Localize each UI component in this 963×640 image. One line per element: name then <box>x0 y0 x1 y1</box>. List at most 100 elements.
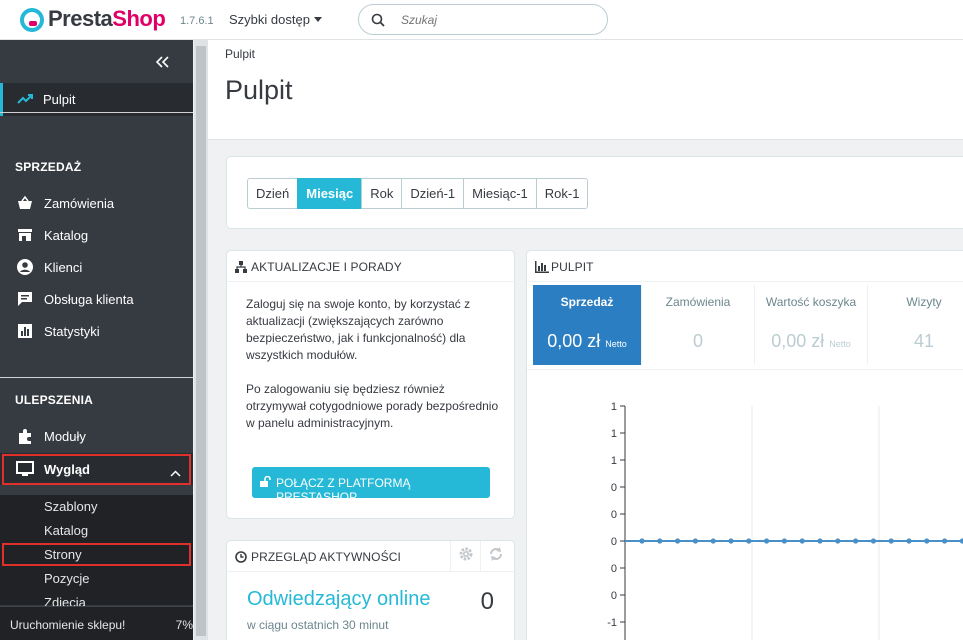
launch-shop-bar[interactable]: Uruchomienie sklepu! 7% <box>0 606 193 640</box>
divider <box>0 112 193 113</box>
search-box[interactable] <box>358 4 608 35</box>
submenu-item-catalog[interactable]: Katalog <box>0 519 193 541</box>
card-tools <box>450 541 510 572</box>
submenu-item-themes[interactable]: Szablony <box>0 495 193 517</box>
connect-addons-button[interactable]: POŁĄCZ Z PLATFORMĄ PRESTASHOP <box>252 467 490 504</box>
y-tick-label: 0 <box>611 482 617 494</box>
card-title: AKTUALIZACJE I PORADY <box>251 260 402 274</box>
sitemap-icon <box>235 260 247 278</box>
period-month-button[interactable]: Miesiąc <box>297 178 363 209</box>
unlock-icon <box>260 475 272 490</box>
highlight-box <box>2 543 191 566</box>
kpi-visits[interactable]: Wizyty 41 <box>868 285 963 365</box>
store-icon <box>16 226 34 244</box>
prestashop-logo-icon[interactable] <box>20 8 44 32</box>
period-year-button[interactable]: Rok <box>361 178 403 209</box>
dashboard-card: PULPIT Sprzedaż 0,00 zł Netto Zamówienia… <box>526 250 963 640</box>
data-point[interactable] <box>906 538 912 544</box>
kpi-label: Sprzedaż <box>560 295 614 309</box>
card-header: AKTUALIZACJE I PORADY <box>227 251 514 282</box>
refresh-icon <box>488 546 504 567</box>
card-header: PULPIT <box>527 251 963 282</box>
sidebar-item-orders[interactable]: Zamówienia <box>0 187 193 219</box>
period-prev-month-button[interactable]: Miesiąc-1 <box>463 178 537 209</box>
data-point[interactable] <box>781 538 787 544</box>
period-prev-year-button[interactable]: Rok-1 <box>535 178 589 209</box>
breadcrumb[interactable]: Pulpit <box>225 47 255 61</box>
page-header: Pulpit Pulpit <box>208 40 963 140</box>
data-point[interactable] <box>764 538 770 544</box>
scrollbar-thumb[interactable] <box>196 46 206 636</box>
y-tick-label: 0 <box>611 536 617 548</box>
submenu-item-positions[interactable]: Pozycje <box>0 567 193 589</box>
data-point[interactable] <box>835 538 841 544</box>
section-title-improvements: ULEPSZENIA <box>15 393 94 407</box>
updates-paragraph: Po zalogowaniu się będziesz również otrz… <box>246 382 499 430</box>
version-label: 1.7.6.1 <box>180 15 214 27</box>
sidebar-item-modules[interactable]: Moduły <box>0 420 193 452</box>
sidebar-item-label: Klienci <box>44 260 83 275</box>
configure-button[interactable] <box>450 541 480 572</box>
sidebar-item-stats[interactable]: Statystyki <box>0 315 193 347</box>
data-point[interactable] <box>728 538 734 544</box>
brand-name[interactable]: PrestaShop <box>48 6 166 32</box>
y-tick-label: 1 <box>611 428 617 440</box>
clock-icon <box>235 550 247 568</box>
data-point[interactable] <box>675 538 681 544</box>
sidebar-item-catalog[interactable]: Katalog <box>0 219 193 251</box>
kpi-value: 0 <box>692 331 703 351</box>
gear-icon <box>458 546 474 567</box>
data-point[interactable] <box>888 538 894 544</box>
line-chart: 1 1 1 0 0 0 0 0 -1 <box>607 401 963 640</box>
scrollbar[interactable] <box>194 40 208 640</box>
kpi-value: 0,00 zł Netto <box>771 331 851 351</box>
updates-paragraph: Zaloguj się na swoje konto, by korzystać… <box>246 297 471 362</box>
data-point[interactable] <box>639 538 645 544</box>
puzzle-icon <box>16 427 34 445</box>
kpi-value: 41 <box>913 331 935 351</box>
launch-shop-label: Uruchomienie sklepu! <box>10 618 126 632</box>
data-point[interactable] <box>817 538 823 544</box>
data-point[interactable] <box>924 538 930 544</box>
online-visitors-label: Odwiedzający online <box>247 588 431 610</box>
account-icon <box>16 258 34 276</box>
period-prev-day-button[interactable]: Dzień-1 <box>401 178 465 209</box>
sidebar-item-label: Zamówienia <box>44 196 115 211</box>
data-point[interactable] <box>942 538 948 544</box>
sidebar: Pulpit SPRZEDAŻ Zamówienia Katalog Klien… <box>0 40 193 640</box>
kpi-row: Sprzedaż 0,00 zł Netto Zamówienia 0 Wart… <box>533 285 963 365</box>
activity-card: PRZEGLĄD AKTYWNOŚCI Odwiedzający online … <box>226 540 515 640</box>
launch-shop-progress: 7% <box>175 618 193 632</box>
period-day-button[interactable]: Dzień <box>247 178 299 209</box>
sidebar-item-customers[interactable]: Klienci <box>0 251 193 283</box>
kpi-value: 0,00 zł Netto <box>547 331 627 351</box>
data-point[interactable] <box>746 538 752 544</box>
data-point[interactable] <box>692 538 698 544</box>
refresh-button[interactable] <box>480 541 510 572</box>
divider <box>0 377 193 378</box>
y-tick-label: 1 <box>611 401 617 413</box>
kpi-label: Wizyty <box>906 295 942 309</box>
chat-icon <box>16 290 34 308</box>
kpi-sales[interactable]: Sprzedaż 0,00 zł Netto <box>533 285 642 365</box>
sidebar-item-label: Statystyki <box>44 324 100 339</box>
card-title: PRZEGLĄD AKTYWNOŚCI <box>251 550 401 564</box>
kpi-label: Wartość koszyka <box>765 295 857 309</box>
data-point[interactable] <box>870 538 876 544</box>
search-input[interactable] <box>401 11 596 29</box>
kpi-cart-value[interactable]: Wartość koszyka 0,00 zł Netto <box>755 285 868 365</box>
data-point[interactable] <box>853 538 859 544</box>
caret-down-icon <box>313 17 322 22</box>
data-point[interactable] <box>710 538 716 544</box>
sidebar-item-customer-service[interactable]: Obsługa klienta <box>0 283 193 315</box>
collapse-sidebar-icon[interactable] <box>155 52 169 73</box>
data-point[interactable] <box>657 538 663 544</box>
updates-text: Zaloguj się na swoje konto, by korzystać… <box>246 296 506 449</box>
updates-card: AKTUALIZACJE I PORADY Zaloguj się na swo… <box>226 250 515 519</box>
quick-access-dropdown[interactable]: Szybki dostęp <box>229 12 322 27</box>
card-header: PRZEGLĄD AKTYWNOŚCI <box>227 541 514 572</box>
data-point[interactable] <box>799 538 805 544</box>
highlight-box <box>2 454 191 485</box>
basket-icon <box>16 194 34 212</box>
kpi-orders[interactable]: Zamówienia 0 <box>642 285 755 365</box>
